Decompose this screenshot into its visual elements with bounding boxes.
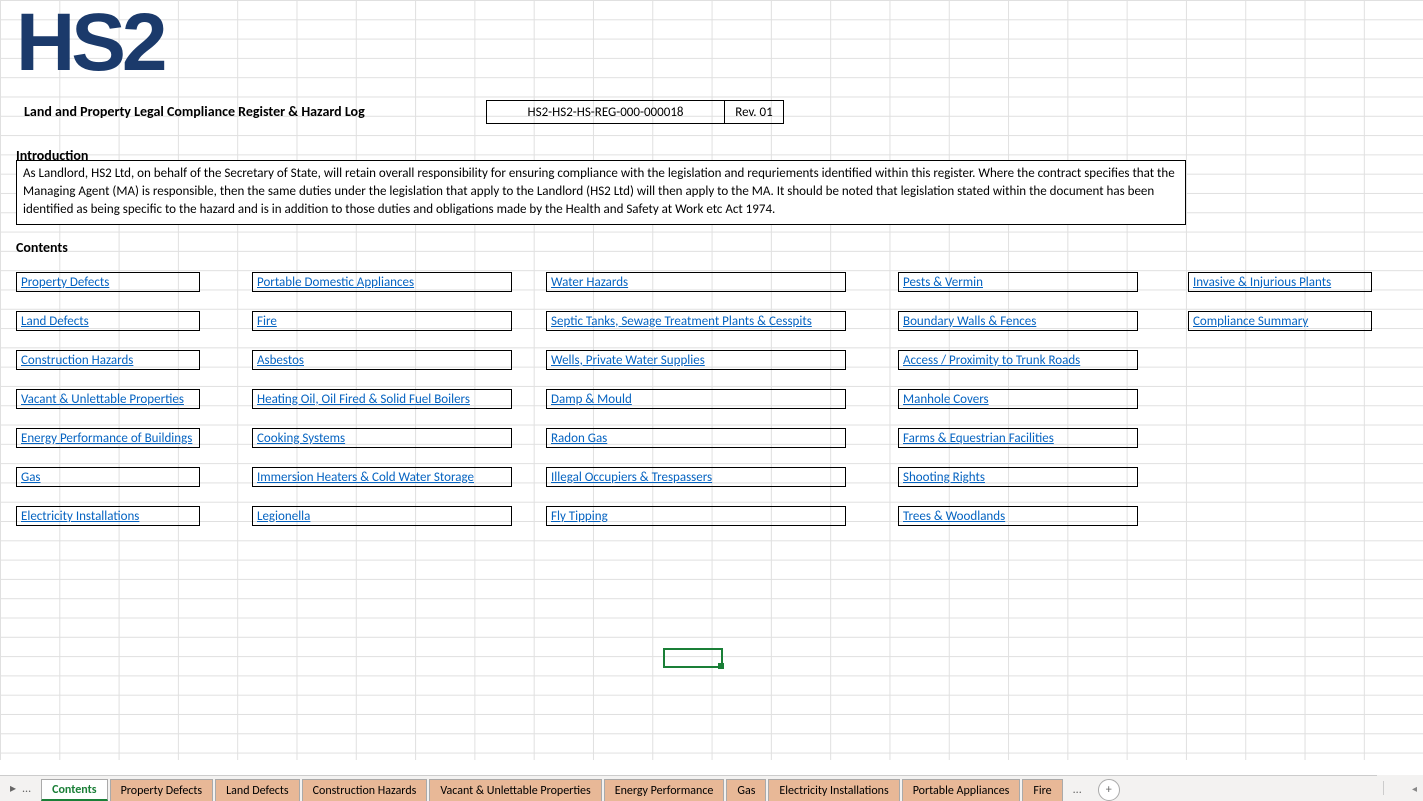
logo: HS2 xyxy=(16,2,164,84)
link-damp-mould[interactable]: Damp & Mould xyxy=(546,389,846,409)
link-wells[interactable]: Wells, Private Water Supplies xyxy=(546,350,846,370)
link-land-defects[interactable]: Land Defects xyxy=(16,311,200,331)
hscroll-left[interactable]: ◂ xyxy=(1412,782,1417,795)
link-radon-gas[interactable]: Radon Gas xyxy=(546,428,846,448)
sheet-tab-bar: ▸ ... Contents Property Defects Land Def… xyxy=(0,775,1423,801)
tab-nav-first[interactable]: ▸ xyxy=(10,781,16,796)
tab-nav-more-right[interactable]: ... xyxy=(1065,779,1090,801)
link-septic-tanks[interactable]: Septic Tanks, Sewage Treatment Plants & … xyxy=(546,311,846,331)
tab-property-defects[interactable]: Property Defects xyxy=(110,779,214,801)
link-manhole-covers[interactable]: Manhole Covers xyxy=(898,389,1138,409)
introduction-text: As Landlord, HS2 Ltd, on behalf of the S… xyxy=(16,160,1186,225)
link-cooking-systems[interactable]: Cooking Systems xyxy=(252,428,512,448)
link-fly-tipping[interactable]: Fly Tipping xyxy=(546,506,846,526)
link-energy-performance[interactable]: Energy Performance of Buildings xyxy=(16,428,200,448)
tab-electricity-installations[interactable]: Electricity Installations xyxy=(768,779,899,801)
link-fire[interactable]: Fire xyxy=(252,311,512,331)
link-gas[interactable]: Gas xyxy=(16,467,200,487)
tab-fire[interactable]: Fire xyxy=(1022,779,1062,801)
link-heating-oil[interactable]: Heating Oil, Oil Fired & Solid Fuel Boil… xyxy=(252,389,512,409)
link-vacant-unlettable[interactable]: Vacant & Unlettable Properties xyxy=(16,389,200,409)
document-id-box: HS2-HS2-HS-REG-000-000018 Rev. 01 xyxy=(486,100,784,124)
tab-contents[interactable]: Contents xyxy=(41,779,107,801)
link-invasive-plants[interactable]: Invasive & Injurious Plants xyxy=(1188,272,1372,292)
link-water-hazards[interactable]: Water Hazards xyxy=(546,272,846,292)
document-revision: Rev. 01 xyxy=(725,101,783,123)
tab-land-defects[interactable]: Land Defects xyxy=(215,779,299,801)
tab-portable-appliances[interactable]: Portable Appliances xyxy=(902,779,1021,801)
document-title: Land and Property Legal Compliance Regis… xyxy=(24,103,365,120)
link-illegal-occupiers[interactable]: Illegal Occupiers & Trespassers xyxy=(546,467,846,487)
link-asbestos[interactable]: Asbestos xyxy=(252,350,512,370)
link-electricity-installations[interactable]: Electricity Installations xyxy=(16,506,200,526)
link-property-defects[interactable]: Property Defects xyxy=(16,272,200,292)
link-pests-vermin[interactable]: Pests & Vermin xyxy=(898,272,1138,292)
link-portable-appliances[interactable]: Portable Domestic Appliances xyxy=(252,272,512,292)
link-trunk-roads[interactable]: Access / Proximity to Trunk Roads xyxy=(898,350,1138,370)
link-shooting-rights[interactable]: Shooting Rights xyxy=(898,467,1138,487)
add-sheet-button[interactable]: + xyxy=(1098,779,1120,801)
link-immersion-heaters[interactable]: Immersion Heaters & Cold Water Storage xyxy=(252,467,512,487)
link-farms-equestrian[interactable]: Farms & Equestrian Facilities xyxy=(898,428,1138,448)
contents-heading: Contents xyxy=(16,239,68,256)
document-id: HS2-HS2-HS-REG-000-000018 xyxy=(487,101,725,123)
divider xyxy=(1383,781,1384,795)
link-compliance-summary[interactable]: Compliance Summary xyxy=(1188,311,1372,331)
link-legionella[interactable]: Legionella xyxy=(252,506,512,526)
tab-nav-more-left[interactable]: ... xyxy=(22,782,31,796)
link-construction-hazards[interactable]: Construction Hazards xyxy=(16,350,200,370)
tab-construction-hazards[interactable]: Construction Hazards xyxy=(302,779,428,801)
link-trees-woodlands[interactable]: Trees & Woodlands xyxy=(898,506,1138,526)
tab-energy-performance[interactable]: Energy Performance xyxy=(604,779,725,801)
tab-vacant-unlettable[interactable]: Vacant & Unlettable Properties xyxy=(429,779,601,801)
link-boundary-walls[interactable]: Boundary Walls & Fences xyxy=(898,311,1138,331)
selected-cell[interactable] xyxy=(663,648,723,668)
tab-gas[interactable]: Gas xyxy=(726,779,766,801)
